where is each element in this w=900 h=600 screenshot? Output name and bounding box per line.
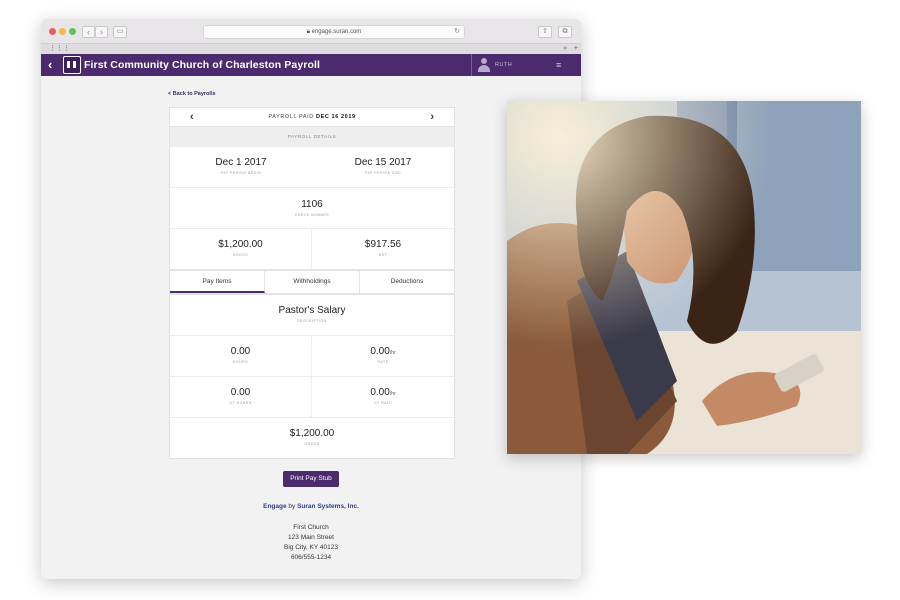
net-cell: $917.56 NET: [312, 229, 454, 269]
minimize-window-dot[interactable]: [59, 28, 66, 35]
user-avatar-icon[interactable]: [477, 57, 491, 72]
hours-cell: 0.00 HOURS: [170, 336, 312, 376]
sidebar-icon[interactable]: ▭: [113, 26, 127, 38]
ot-hours-value: 0.00: [230, 387, 251, 398]
back-to-payrolls-link[interactable]: < Back to Payrolls: [168, 91, 216, 97]
description-label: DESCRIPTION: [297, 319, 327, 323]
back-icon[interactable]: ‹: [48, 54, 52, 76]
rate-value: 0.00: [370, 346, 390, 357]
gross-net-row: $1,200.00 GROSS $917.56 NET: [170, 229, 454, 269]
print-pay-stub-button[interactable]: Print Pay Stub: [283, 471, 339, 487]
next-payroll-icon[interactable]: ›: [430, 108, 434, 126]
bookmarks-bar: ⋮⋮⋮ » +: [41, 43, 581, 54]
reload-icon[interactable]: ↻: [454, 26, 460, 38]
tabs-icon[interactable]: ⧉: [558, 26, 572, 38]
powered-by-text: by: [286, 503, 298, 510]
ot-row: 0.00 OT HOURS 0.00/hr OT RATE: [170, 377, 454, 418]
browser-back-button[interactable]: ‹: [82, 26, 95, 38]
tab-pay-items[interactable]: Pay Items: [170, 271, 265, 293]
address-phone: 606/555-1234: [290, 554, 332, 561]
hours-value: 0.00: [230, 346, 251, 357]
grid-icon[interactable]: ⋮⋮⋮: [49, 44, 70, 54]
ot-rate-value: 0.00: [370, 387, 390, 398]
rate-unit: /hr: [389, 350, 396, 356]
url-text: engage.suran.com: [311, 29, 362, 35]
hamburger-menu-icon[interactable]: ≡: [556, 54, 561, 76]
pay-period-end-value: Dec 15 2017: [354, 157, 412, 168]
tab-deductions[interactable]: Deductions: [360, 271, 454, 293]
payroll-paid-label: PAYROLL PAID: [268, 114, 314, 120]
pay-period-end: Dec 15 2017 PAY PERIOD END: [312, 147, 454, 187]
rate-label: RATE: [377, 360, 389, 364]
pay-period-begin-label: PAY PERIOD BEGIN: [220, 171, 262, 175]
photo-illustration: [507, 101, 861, 454]
payroll-paid-date: DEC 16 2019: [316, 114, 356, 120]
header-divider: [471, 54, 472, 76]
browser-window: ‹ › ▭ 🔒︎ engage.suran.com ↻ ⇧ ⧉ ⋮⋮⋮ » + …: [41, 19, 581, 579]
pay-item-card: Pastor's Salary DESCRIPTION 0.00 HOURS 0…: [169, 294, 455, 459]
gross-cell: $1,200.00 GROSS: [170, 229, 312, 269]
description-row: Pastor's Salary DESCRIPTION: [170, 295, 454, 336]
powered-by: Engage by Suran Systems, Inc.: [41, 503, 581, 510]
item-gross-value: $1,200.00: [289, 428, 335, 439]
page-content: < Back to Payrolls ‹ PAYROLL PAID DEC 16…: [41, 77, 581, 579]
ot-rate-text: 0.00/hr: [312, 387, 454, 398]
address-line: First Church: [293, 524, 329, 531]
payroll-paid-heading: PAYROLL PAID DEC 16 2019: [170, 108, 454, 126]
pay-period-end-label: PAY PERIOD END: [364, 171, 402, 175]
payroll-details-header: PAYROLL DETAILS: [170, 127, 454, 147]
suran-link[interactable]: Suran Systems, Inc.: [297, 503, 359, 510]
share-icon[interactable]: ⇧: [538, 26, 552, 38]
engage-link[interactable]: Engage: [263, 503, 286, 510]
address-line: Big City, KY 40123: [284, 544, 338, 551]
check-number-row: 1106 CHECK NUMBER: [170, 188, 454, 229]
browser-forward-button[interactable]: ›: [95, 26, 108, 38]
pay-period-row: Dec 1 2017 PAY PERIOD BEGIN Dec 15 2017 …: [170, 147, 454, 188]
description-value: Pastor's Salary: [278, 305, 346, 316]
hours-label: HOURS: [232, 360, 249, 364]
tab-withholdings[interactable]: Withholdings: [265, 271, 360, 293]
payroll-details-title: PAYROLL DETAILS: [287, 134, 337, 139]
address-line: 123 Main Street: [288, 534, 334, 541]
lock-icon: 🔒︎: [306, 29, 310, 35]
pay-tabs: Pay Items Withholdings Deductions: [169, 270, 455, 294]
woman-with-phone-photo: [507, 101, 861, 454]
church-logo-icon: [63, 56, 81, 74]
item-gross-row: $1,200.00 GROSS: [170, 418, 454, 458]
ot-rate-unit: /hr: [389, 391, 396, 397]
item-gross-label: GROSS: [304, 442, 320, 446]
payroll-details-card: PAYROLL DETAILS Dec 1 2017 PAY PERIOD BE…: [169, 126, 455, 270]
browser-titlebar: ‹ › ▭ 🔒︎ engage.suran.com ↻ ⇧ ⧉: [41, 19, 581, 43]
rate-text: 0.00/hr: [312, 346, 454, 357]
gross-label: GROSS: [232, 253, 249, 257]
app-header: ‹ First Community Church of Charleston P…: [41, 54, 581, 76]
rate-cell: 0.00/hr RATE: [312, 336, 454, 376]
ot-rate-cell: 0.00/hr OT RATE: [312, 377, 454, 417]
net-value: $917.56: [364, 239, 402, 250]
zoom-window-dot[interactable]: [69, 28, 76, 35]
hours-rate-row: 0.00 HOURS 0.00/hr RATE: [170, 336, 454, 377]
check-number-value: 1106: [301, 199, 323, 210]
gross-value: $1,200.00: [218, 239, 263, 250]
more-bookmarks-icon[interactable]: »: [563, 44, 567, 54]
user-name[interactable]: RUTH: [495, 54, 512, 76]
close-window-dot[interactable]: [49, 28, 56, 35]
ot-rate-label: OT RATE: [373, 401, 393, 405]
church-address: First Church 123 Main Street Big City, K…: [41, 523, 581, 563]
app-title: First Community Church of Charleston Pay…: [84, 59, 321, 71]
ot-hours-cell: 0.00 OT HOURS: [170, 377, 312, 417]
payroll-pager: ‹ PAYROLL PAID DEC 16 2019 ›: [169, 107, 455, 127]
pay-period-begin-value: Dec 1 2017: [215, 157, 267, 168]
pay-period-begin: Dec 1 2017 PAY PERIOD BEGIN: [170, 147, 312, 187]
check-number-label: CHECK NUMBER: [294, 213, 330, 217]
new-tab-icon[interactable]: +: [574, 44, 578, 54]
address-bar[interactable]: 🔒︎ engage.suran.com ↻: [203, 25, 465, 39]
net-label: NET: [378, 253, 388, 257]
ot-hours-label: OT HOURS: [229, 401, 252, 405]
